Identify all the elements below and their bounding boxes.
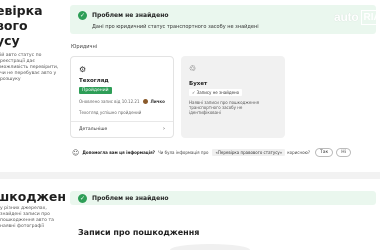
left-column: евірка вого усу ій авто статус по реєстр…: [0, 0, 83, 250]
feedback-text-post: корисною?: [287, 150, 311, 155]
feedback-text-pre: Чи була інформація про: [158, 150, 209, 155]
wanted-card[interactable]: ♲ Бухет ✓ Запису не знайдено Наявні запи…: [181, 56, 285, 138]
feedback-chip: «Перевірка правового статусу»: [212, 149, 286, 156]
logo-ria-text: RIA: [360, 9, 380, 25]
section-description-damage: у різних джерелах, знайдені записи про п…: [0, 206, 54, 229]
divider: [71, 121, 173, 122]
main-panel: ✓ Проблем не знайдено Дані про юридичний…: [0, 0, 380, 250]
feedback-icon: ☺: [72, 148, 80, 157]
logo-auto-text: auto: [334, 10, 359, 24]
section-divider: [0, 172, 380, 179]
card-title: Техогляд: [79, 78, 109, 84]
section-description-legal-status: ій авто статус по реєстрації дає можливі…: [0, 53, 59, 82]
card-result-text: Техогляд успішно пройдений: [79, 110, 142, 115]
card-meta: Оновлено запис від 10.12.21 Личко: [79, 99, 165, 104]
damage-records-title: Записи про пошкодження: [78, 228, 200, 237]
status-badge: Пройдений: [79, 87, 112, 94]
auto-ria-logo: auto RIA: [334, 9, 380, 25]
section-title-legal-status: евірка вого усу: [0, 3, 43, 48]
legal-section-label: Юридичні: [71, 44, 98, 50]
banner-title: Проблем не знайдено: [92, 195, 169, 202]
feedback-question: Допомогла вам ця інформація?: [82, 150, 155, 155]
chevron-right-icon[interactable]: ›: [163, 126, 165, 132]
source-avatar: [142, 99, 148, 104]
card-description: Наявні записи про пошкодження транспортн…: [189, 100, 260, 115]
damage-placeholder: [170, 244, 250, 250]
feedback-no-button[interactable]: Ні: [336, 148, 351, 157]
meta-source-name: Личко: [150, 99, 165, 104]
status-banner: ✓ Проблем не знайдено Дані про юридичний…: [70, 5, 376, 34]
feedback-row: ☺ Допомогла вам ця інформація? Чи була і…: [72, 148, 351, 157]
check-circle-icon: ✓: [78, 194, 87, 203]
status-badge: ✓ Запису не знайдено: [189, 89, 243, 96]
banner-subtitle: Дані про юридичний статус транспортного …: [92, 24, 259, 30]
check-circle-icon: ✓: [78, 11, 87, 20]
card-title: Бухет: [189, 81, 208, 87]
inspection-icon: ⚙: [79, 65, 87, 74]
recycle-icon: ♲: [189, 64, 197, 73]
inspection-card[interactable]: ⚙ Техогляд Пройдений Оновлено запис від …: [70, 56, 174, 138]
details-link[interactable]: Детальніше: [79, 127, 107, 132]
feedback-yes-button[interactable]: Так: [315, 148, 334, 157]
banner-title: Проблем не знайдено: [92, 12, 169, 19]
meta-text: Оновлено запис від 10.12.21: [79, 99, 140, 104]
status-banner-damage: ✓ Проблем не знайдено: [70, 191, 376, 205]
